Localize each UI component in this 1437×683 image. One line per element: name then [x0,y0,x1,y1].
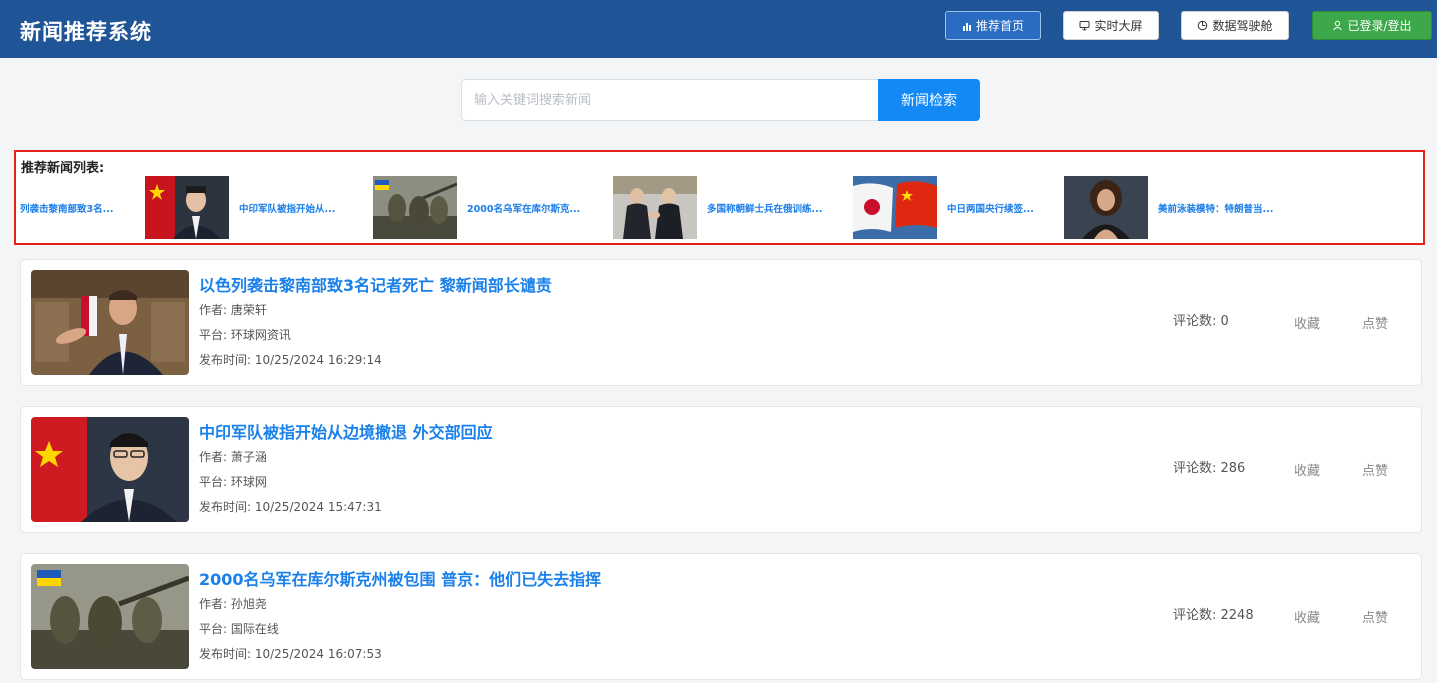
recommend-item-title: 列袭击黎南部致3名... [20,203,114,215]
recommend-item[interactable]: 中印军队被指开始从... [145,176,370,239]
app-title: 新闻推荐系统 [20,20,152,44]
news-thumbnail [145,176,229,239]
news-thumbnail [373,176,457,239]
news-card: 以色列袭击黎南部致3名记者死亡 黎新闻部长谴责 作者: 唐荣轩 平台: 环球网资… [20,259,1422,386]
recommend-item-title: 多国称朝鲜士兵在俄训练... [707,203,823,215]
login-logout-label: 已登录/登出 [1347,19,1412,33]
news-card: 中印军队被指开始从边境撤退 外交部回应 作者: 萧子涵 平台: 环球网 发布时间… [20,406,1422,533]
news-comment-count: 评论数: 286 [1173,461,1246,476]
recommend-item-title: 2000名乌军在库尔斯克... [467,203,581,215]
news-publish-time: 发布时间: 10/25/2024 16:29:14 [199,353,382,367]
nav-screen-label: 实时大屏 [1094,19,1143,33]
dashboard-icon [1197,20,1208,31]
nav-home-button[interactable]: 推荐首页 [945,11,1041,40]
search-button[interactable]: 新闻检索 [878,79,980,121]
like-button[interactable]: 点赞 [1362,460,1388,479]
top-navbar: 新闻推荐系统 推荐首页 实时大屏 数据驾驶舱 已登录/登出 [0,0,1437,58]
news-thumbnail [613,176,697,239]
news-thumbnail [1064,176,1148,239]
search-input[interactable] [461,79,879,121]
nav-home-label: 推荐首页 [975,19,1024,33]
news-thumbnail [853,176,937,239]
user-icon [1332,20,1343,31]
recommend-item-title: 中印军队被指开始从... [239,203,336,215]
news-publish-time: 发布时间: 10/25/2024 15:47:31 [199,500,382,514]
nav-cockpit-button[interactable]: 数据驾驶舱 [1181,11,1289,40]
recommend-item[interactable]: 多国称朝鲜士兵在俄训练... [613,176,848,239]
bar-chart-icon [962,21,972,31]
nav-cockpit-label: 数据驾驶舱 [1212,19,1273,33]
recommend-item[interactable]: 列袭击黎南部致3名... [20,176,142,239]
recommend-item[interactable]: 美前泳装模特：特朗普当... [1064,176,1304,239]
favorite-button[interactable]: 收藏 [1294,460,1320,479]
news-author: 作者: 唐荣轩 [199,303,267,317]
like-button[interactable]: 点赞 [1362,313,1388,332]
news-title[interactable]: 2000名乌军在库尔斯克州被包围 普京：他们已失去指挥 [199,566,601,590]
news-platform: 平台: 环球网资讯 [199,328,291,342]
news-platform: 平台: 环球网 [199,475,267,489]
nav-screen-button[interactable]: 实时大屏 [1063,11,1159,40]
news-thumbnail [31,270,189,375]
recommend-item[interactable]: 2000名乌军在库尔斯克... [373,176,608,239]
news-comment-count: 评论数: 0 [1173,314,1229,329]
news-card: 2000名乌军在库尔斯克州被包围 普京：他们已失去指挥 作者: 孙旭尧 平台: … [20,553,1422,680]
news-author: 作者: 孙旭尧 [199,597,267,611]
news-comment-count: 评论数: 2248 [1173,608,1254,623]
news-thumbnail [31,564,189,669]
recommend-item-title: 中日两国央行续签... [947,203,1034,215]
news-platform: 平台: 国际在线 [199,622,279,636]
recommend-list: 推荐新闻列表: 列袭击黎南部致3名... 中印军队被指开始从... 2000名乌… [14,150,1425,245]
news-author: 作者: 萧子涵 [199,450,267,464]
news-title[interactable]: 中印军队被指开始从边境撤退 外交部回应 [199,419,493,443]
recommend-item[interactable]: 中日两国央行续签... [853,176,1063,239]
favorite-button[interactable]: 收藏 [1294,313,1320,332]
favorite-button[interactable]: 收藏 [1294,607,1320,626]
recommend-list-title: 推荐新闻列表: [21,161,105,176]
like-button[interactable]: 点赞 [1362,607,1388,626]
news-thumbnail [31,417,189,522]
news-title[interactable]: 以色列袭击黎南部致3名记者死亡 黎新闻部长谴责 [199,272,552,296]
monitor-icon [1079,20,1090,31]
news-publish-time: 发布时间: 10/25/2024 16:07:53 [199,647,382,661]
recommend-item-title: 美前泳装模特：特朗普当... [1158,203,1274,215]
login-logout-button[interactable]: 已登录/登出 [1312,11,1432,40]
